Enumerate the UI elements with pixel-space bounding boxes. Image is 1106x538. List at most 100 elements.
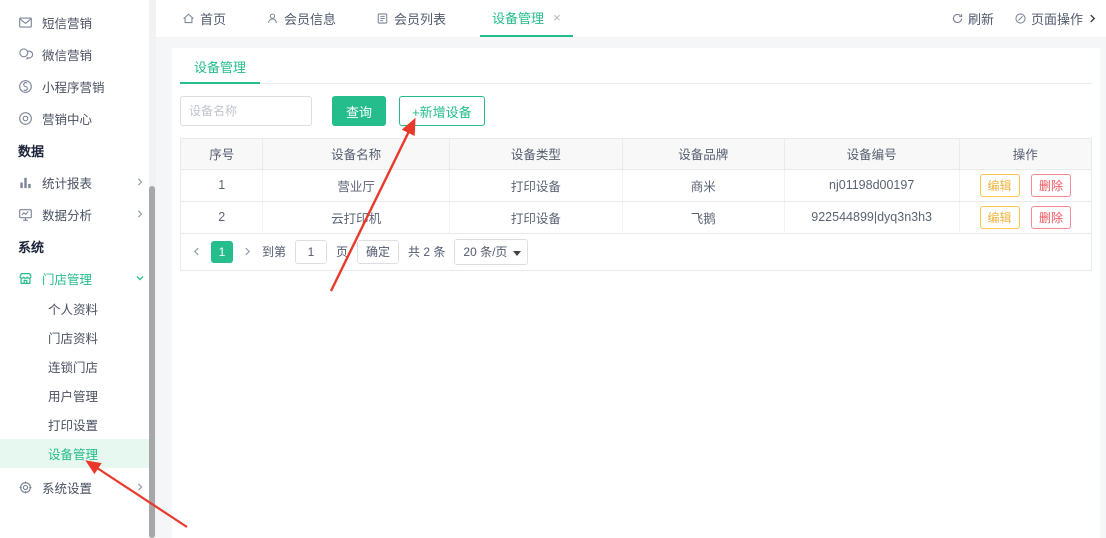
miniprogram-icon	[18, 79, 33, 94]
sidebar-section-label: 数据	[18, 141, 44, 160]
close-icon[interactable]: ×	[553, 10, 561, 25]
sidebar-item-label: 个人资料	[48, 299, 98, 318]
pagination: 1 到第 页 确定 共 2 条 20 条/页	[181, 234, 1091, 270]
tab-label: 会员列表	[394, 9, 446, 28]
monitor-icon	[18, 207, 33, 222]
sidebar-section-data: 数据	[0, 134, 155, 166]
confirm-page-button[interactable]: 确定	[357, 240, 399, 264]
table-row: 2 云打印机 打印设备 飞鹅 922544899|dyq3n3h3 编辑 删除	[181, 201, 1091, 233]
panel-tab-device-management[interactable]: 设备管理	[180, 48, 260, 84]
chevron-down-icon	[135, 273, 145, 283]
list-icon	[376, 12, 389, 25]
refresh-button[interactable]: 刷新	[951, 9, 994, 28]
tab-member-info[interactable]: 会员信息	[260, 0, 342, 37]
page-size-value: 20 条/页	[463, 243, 507, 260]
delete-button[interactable]: 删除	[1031, 174, 1071, 197]
page-operations-button[interactable]: 页面操作	[1014, 9, 1098, 28]
sidebar-item-data-analysis[interactable]: 数据分析	[0, 198, 155, 230]
sidebar-item-store-profile[interactable]: 门店资料	[0, 323, 155, 352]
sidebar-item-label: 数据分析	[42, 205, 92, 224]
sidebar-section-label: 系统	[18, 237, 44, 256]
sidebar-item-device-management[interactable]: 设备管理	[0, 439, 155, 468]
cell-device-brand: 飞鹅	[622, 201, 784, 233]
sidebar-item-wechat-marketing[interactable]: 微信营销	[0, 38, 155, 70]
bar-chart-icon	[18, 175, 33, 190]
sidebar-item-label: 统计报表	[42, 173, 92, 192]
sidebar-item-label: 系统设置	[42, 478, 92, 497]
col-device-brand: 设备品牌	[622, 139, 784, 169]
sidebar-scrollbar-thumb[interactable]	[149, 186, 155, 538]
sidebar-item-label: 短信营销	[42, 13, 92, 32]
user-icon	[266, 12, 279, 25]
edit-button[interactable]: 编辑	[980, 174, 1020, 197]
mail-icon	[18, 15, 33, 30]
sidebar-item-personal-profile[interactable]: 个人资料	[0, 294, 155, 323]
tab-label: 首页	[200, 9, 226, 28]
panel-tab-strip: 设备管理	[180, 48, 1092, 84]
chevron-right-icon	[135, 482, 145, 492]
sidebar-item-label: 设备管理	[48, 444, 98, 463]
chevron-right-icon	[1087, 13, 1098, 24]
sidebar-section-system: 系统	[0, 230, 155, 262]
delete-button[interactable]: 删除	[1031, 206, 1071, 229]
chevron-right-icon[interactable]	[242, 246, 253, 257]
main-content: 设备管理 查询 +新增设备 序号 设备名称 设备类型 设备品牌 设备编号 操作	[156, 38, 1106, 538]
sidebar-item-system-settings[interactable]: 系统设置	[0, 471, 155, 503]
tab-device-management[interactable]: 设备管理 ×	[480, 0, 573, 37]
col-device-type: 设备类型	[449, 139, 622, 169]
wechat-icon	[18, 47, 33, 62]
add-device-button[interactable]: +新增设备	[399, 96, 485, 126]
sidebar-item-user-management[interactable]: 用户管理	[0, 381, 155, 410]
goto-suffix-label: 页	[336, 243, 348, 260]
device-table-wrapper: 序号 设备名称 设备类型 设备品牌 设备编号 操作 1 营业厅 打印设备 商米	[180, 138, 1092, 271]
edit-button[interactable]: 编辑	[980, 206, 1020, 229]
sidebar-item-miniprogram-marketing[interactable]: 小程序营销	[0, 70, 155, 102]
sidebar-item-label: 门店管理	[42, 269, 92, 288]
sidebar-item-label: 门店资料	[48, 328, 98, 347]
sidebar-item-stats-report[interactable]: 统计报表	[0, 166, 155, 198]
page-ops-icon	[1014, 12, 1027, 25]
device-name-input[interactable]	[180, 96, 312, 126]
cell-device-brand: 商米	[622, 169, 784, 201]
gear-icon	[18, 480, 33, 495]
col-seq: 序号	[181, 139, 263, 169]
page-operations-label: 页面操作	[1031, 9, 1083, 28]
sidebar-item-label: 营销中心	[42, 109, 92, 128]
cell-seq: 2	[181, 201, 263, 233]
search-button[interactable]: 查询	[332, 96, 386, 126]
sidebar-item-store-management[interactable]: 门店管理	[0, 262, 155, 294]
cell-device-type: 打印设备	[449, 169, 622, 201]
sidebar-item-label: 微信营销	[42, 45, 92, 64]
tab-home[interactable]: 首页	[176, 0, 232, 37]
top-tab-bar: 首页 会员信息 会员列表 设备管理 × 刷新 页面操作	[156, 0, 1106, 38]
cell-actions: 编辑 删除	[959, 201, 1091, 233]
chevron-left-icon[interactable]	[191, 246, 202, 257]
goto-page-input[interactable]	[295, 240, 327, 264]
cell-device-type: 打印设备	[449, 201, 622, 233]
current-page-button[interactable]: 1	[211, 241, 233, 263]
sidebar-item-label: 连锁门店	[48, 357, 98, 376]
sidebar-item-marketing-center[interactable]: 营销中心	[0, 102, 155, 134]
col-actions: 操作	[959, 139, 1091, 169]
goto-prefix-label: 到第	[262, 243, 286, 260]
refresh-label: 刷新	[968, 9, 994, 28]
sidebar-item-label: 小程序营销	[42, 77, 105, 96]
device-management-panel: 设备管理 查询 +新增设备 序号 设备名称 设备类型 设备品牌 设备编号 操作	[172, 48, 1100, 538]
store-icon	[18, 271, 33, 286]
target-icon	[18, 111, 33, 126]
sidebar: 短信营销 微信营销 小程序营销 营销中心 数据 统计报表 数据分析	[0, 0, 156, 538]
cell-device-code: nj01198d00197	[784, 169, 959, 201]
sidebar-item-chain-stores[interactable]: 连锁门店	[0, 352, 155, 381]
sidebar-item-print-settings[interactable]: 打印设置	[0, 410, 155, 439]
tab-member-list[interactable]: 会员列表	[370, 0, 452, 37]
cell-device-name: 云打印机	[263, 201, 450, 233]
cell-seq: 1	[181, 169, 263, 201]
table-header-row: 序号 设备名称 设备类型 设备品牌 设备编号 操作	[181, 139, 1091, 169]
home-icon	[182, 12, 195, 25]
tab-label: 会员信息	[284, 9, 336, 28]
sidebar-item-sms-marketing[interactable]: 短信营销	[0, 6, 155, 38]
page-size-select[interactable]: 20 条/页	[454, 239, 528, 265]
tab-bar-actions: 刷新 页面操作	[951, 0, 1106, 37]
sidebar-scrollbar-track	[149, 0, 155, 538]
toolbar: 查询 +新增设备	[180, 96, 1092, 126]
